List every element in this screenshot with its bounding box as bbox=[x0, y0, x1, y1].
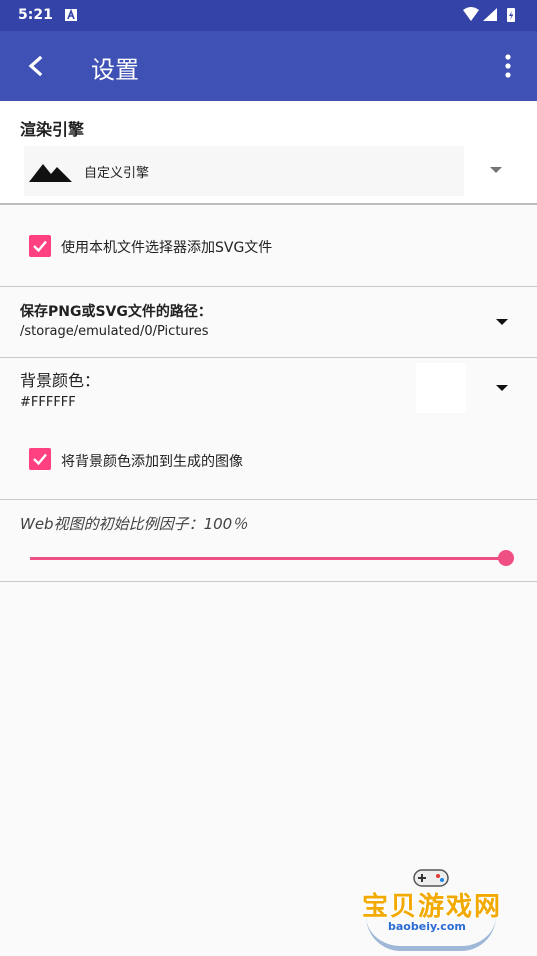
watermark-text: 宝贝游戏网 bbox=[362, 892, 503, 922]
notification-a-icon bbox=[65, 9, 77, 21]
scale-slider-track[interactable] bbox=[30, 557, 506, 560]
signal-icon bbox=[483, 8, 497, 21]
divider bbox=[0, 499, 537, 500]
webview-scale-label: Web视图的初始比例因子：100％ bbox=[20, 515, 248, 533]
check-icon bbox=[33, 240, 47, 253]
chevron-down-icon[interactable] bbox=[490, 167, 502, 173]
watermark-logo: 宝贝游戏网 baobeiy.com bbox=[358, 858, 508, 952]
wifi-icon bbox=[463, 7, 479, 21]
mountain-icon bbox=[29, 164, 72, 182]
divider bbox=[0, 203, 537, 205]
add-background-label[interactable]: 将背景颜色添加到生成的图像 bbox=[61, 451, 243, 471]
page-title: 设置 bbox=[91, 56, 139, 84]
add-background-checkbox[interactable] bbox=[29, 448, 51, 470]
status-time: 5:21 bbox=[18, 7, 53, 23]
background-color-value: #FFFFFF bbox=[20, 395, 76, 410]
save-path-dropdown-icon[interactable] bbox=[496, 319, 508, 325]
divider bbox=[0, 286, 537, 287]
check-icon bbox=[33, 453, 47, 466]
more-options-icon[interactable] bbox=[498, 49, 518, 83]
back-icon[interactable] bbox=[20, 49, 54, 83]
color-swatch[interactable] bbox=[416, 363, 466, 413]
status-icons bbox=[463, 7, 515, 22]
render-engine-title: 渲染引擎 bbox=[20, 120, 85, 139]
render-engine-value: 自定义引擎 bbox=[84, 166, 150, 181]
file-chooser-checkbox[interactable] bbox=[29, 235, 51, 257]
divider bbox=[0, 357, 537, 358]
save-path-title: 保存PNG或SVG文件的路径： bbox=[20, 304, 212, 320]
scale-slider-thumb[interactable] bbox=[498, 550, 514, 566]
background-color-dropdown-icon[interactable] bbox=[496, 385, 508, 391]
file-chooser-label[interactable]: 使用本机文件选择器添加SVG文件 bbox=[61, 237, 272, 257]
divider bbox=[0, 581, 537, 582]
app-bar: 设置 bbox=[0, 31, 537, 101]
status-bar: 5:21 bbox=[0, 0, 537, 31]
save-path-value: /storage/emulated/0/Pictures bbox=[20, 324, 209, 339]
background-color-title: 背景颜色： bbox=[20, 371, 101, 390]
watermark-domain: baobeiy.com bbox=[388, 920, 466, 933]
